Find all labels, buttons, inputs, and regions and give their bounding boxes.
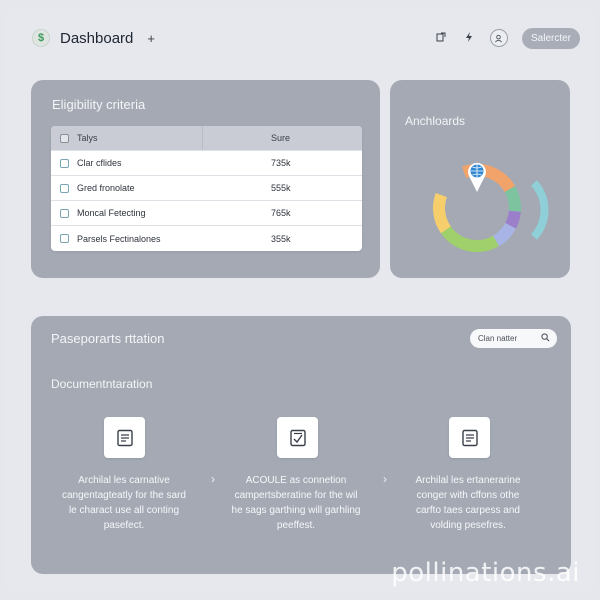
table-row[interactable]: Clar cflides 735k: [51, 151, 362, 176]
top-bar: $ Dashboard + Salercter: [20, 20, 592, 56]
globe-pin-icon[interactable]: [468, 162, 486, 192]
table-row[interactable]: Moncal Fetecting 765k: [51, 201, 362, 226]
step-description: Archilal les ertanerarine conger with cf…: [415, 475, 521, 531]
app-logo-icon: $: [32, 29, 50, 47]
column-header-name[interactable]: Talys: [77, 133, 98, 143]
column-header-value[interactable]: Sure: [203, 133, 362, 143]
donut-segment[interactable]: [440, 226, 499, 252]
donut-outer-arc: [530, 180, 549, 240]
row-checkbox[interactable]: [60, 158, 69, 168]
page-title: Dashboard: [60, 29, 134, 47]
row-label: Parsels Fectinalones: [77, 233, 161, 244]
app-window: $ Dashboard + Salercter Eligibility crit…: [6, 6, 594, 594]
row-label: Clar cflides: [77, 158, 122, 168]
table-row[interactable]: Gred fronolate 555k: [51, 176, 362, 201]
donut-segment[interactable]: [504, 186, 521, 212]
row-checkbox[interactable]: [60, 183, 69, 193]
anchboards-panel: Anchloards: [390, 80, 570, 278]
step-description: ACOULE as connetion campertsberatine for…: [231, 475, 361, 531]
chevron-right-icon: ›: [211, 472, 215, 486]
eligibility-panel: Eligibility criteria Talys Sure Clar cfl…: [31, 80, 380, 278]
select-all-checkbox[interactable]: [60, 133, 69, 143]
donut-chart[interactable]: [422, 146, 552, 256]
donut-segment[interactable]: [492, 222, 516, 247]
search-placeholder: Clan natter: [478, 334, 518, 343]
add-button[interactable]: +: [147, 31, 155, 46]
document-list-icon[interactable]: [449, 417, 490, 458]
user-menu-button[interactable]: Salercter: [521, 27, 580, 49]
section-subtitle: Documentntaration: [51, 377, 153, 391]
watermark: pollinations.ai: [391, 558, 580, 588]
step-description: Archilal les carnative cangentagteatly f…: [62, 475, 186, 531]
row-value: 765k: [271, 208, 291, 218]
row-value: 735k: [271, 158, 291, 168]
document-check-icon[interactable]: [277, 417, 318, 458]
anchboards-title: Anchloards: [405, 114, 466, 128]
eligibility-table: Talys Sure Clar cflides 735k Gred fronol…: [51, 126, 362, 251]
search-input[interactable]: Clan natter: [470, 329, 557, 348]
row-label: Gred fronolate: [77, 183, 135, 193]
document-list-icon[interactable]: [104, 417, 145, 458]
edit-icon[interactable]: [434, 32, 448, 45]
row-label: Moncal Fetecting: [77, 208, 146, 218]
row-checkbox[interactable]: [60, 208, 69, 218]
donut-segment[interactable]: [433, 192, 451, 234]
passports-title: Paseporarts rttation: [51, 331, 165, 346]
user-avatar-icon[interactable]: [489, 29, 508, 47]
row-value: 355k: [271, 233, 291, 244]
row-checkbox[interactable]: [60, 234, 69, 243]
table-row[interactable]: Parsels Fectinalones 355k: [51, 226, 362, 251]
bolt-icon[interactable]: [462, 31, 476, 45]
header-actions: Salercter: [434, 27, 580, 49]
chevron-right-icon: ›: [383, 472, 387, 486]
donut-segment[interactable]: [505, 210, 521, 229]
search-icon[interactable]: [541, 333, 550, 344]
row-value: 555k: [271, 183, 291, 193]
table-header-row: Talys Sure: [51, 126, 362, 151]
eligibility-title: Eligibility criteria: [52, 97, 146, 112]
passports-panel: Paseporarts rttation Clan natter Documen…: [31, 316, 571, 574]
